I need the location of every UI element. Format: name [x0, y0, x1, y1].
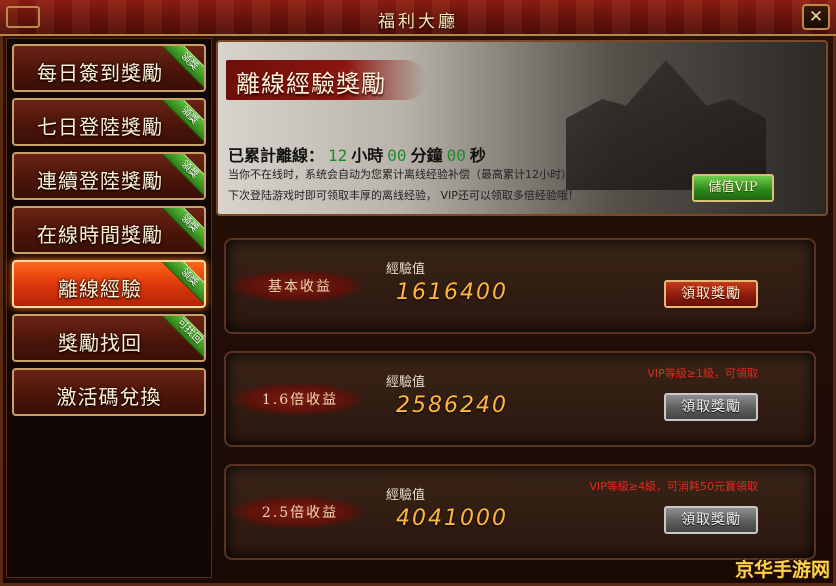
reward-tier-label: 2.5倍收益 — [261, 505, 339, 521]
offline-duration-prefix: 已累計離線： — [228, 146, 325, 165]
sidebar-item-label: 離線經驗 — [58, 277, 142, 301]
exp-value: 4041000 — [396, 506, 508, 531]
close-button[interactable]: ✕ — [802, 4, 830, 30]
offline-hours: 12 — [328, 146, 348, 165]
exp-label: 經驗值 — [386, 262, 426, 277]
sidebar-item-label: 激活碼兌換 — [56, 385, 162, 409]
offline-seconds: 00 — [446, 146, 466, 165]
vip-requirement-note: VIP等級≥4級，可消耗50元寶領取 — [589, 480, 758, 493]
panel-heading: 離線經驗獎勵 — [236, 70, 386, 98]
reward-tier-label: 基本收益 — [268, 279, 332, 295]
claim-reward-button[interactable]: 領取獎勵 — [664, 393, 758, 421]
offline-duration: 已累計離線： 12 小時 00 分鐘 00 秒 — [228, 142, 486, 166]
sidebar-item-label: 七日登陸獎勵 — [37, 115, 163, 139]
sidebar-item-offline-exp[interactable]: 離線經驗 領獎 — [12, 260, 206, 308]
exp-label: 經驗值 — [386, 375, 426, 390]
offline-exp-info-panel: 離線經驗獎勵 已累計離線： 12 小時 00 分鐘 00 秒 当你不在线时，系统会自动为您累… — [216, 40, 828, 216]
claim-reward-button[interactable]: 領取獎勵 — [664, 280, 758, 308]
reward-card-2-5x: 2.5倍收益 經驗值 4041000 VIP等級≥4級，可消耗50元寶領取 領取… — [224, 464, 816, 560]
sidebar-item-seven-day-login[interactable]: 七日登陸獎勵 領獎 — [12, 98, 206, 146]
palace-illustration — [566, 60, 766, 190]
reward-card-1-6x: 1.6倍收益 經驗值 2586240 VIP等級≥1級，可領取 領取獎勵 — [224, 351, 816, 447]
sidebar-item-online-time[interactable]: 在線時間獎勵 領獎 — [12, 206, 206, 254]
sidebar-item-label: 在線時間獎勵 — [37, 223, 163, 247]
claim-reward-button[interactable]: 領取獎勵 — [664, 506, 758, 534]
vip-requirement-note: VIP等級≥1級，可領取 — [647, 367, 758, 380]
sidebar-item-label: 獎勵找回 — [58, 331, 142, 355]
seconds-unit: 秒 — [469, 146, 486, 165]
title-bar: 福利大廳 ✕ — [0, 0, 836, 36]
sidebar: 每日簽到獎勵 領獎 七日登陸獎勵 領獎 連續登陸獎勵 領獎 在線時間獎勵 領獎 … — [6, 38, 212, 578]
exp-value: 1616400 — [396, 280, 508, 305]
description-line-2: 下次登陆游戏时即可领取丰厚的离线经验， VIP还可以领取多倍经验哦！ — [228, 189, 579, 202]
sidebar-item-daily-signin[interactable]: 每日簽到獎勵 領獎 — [12, 44, 206, 92]
sidebar-item-consecutive-login[interactable]: 連續登陸獎勵 領獎 — [12, 152, 206, 200]
reward-card-basic: 基本收益 經驗值 1616400 領取獎勵 — [224, 238, 816, 334]
sidebar-item-label: 連續登陸獎勵 — [37, 169, 163, 193]
recharge-vip-button[interactable]: 儲值VIP — [692, 174, 774, 202]
sidebar-item-reward-recovery[interactable]: 獎勵找回 可找回 — [12, 314, 206, 362]
description-line-1: 当你不在线时，系统会自动为您累计离线经验补偿（最高累计12小时） — [228, 168, 572, 181]
exp-label: 經驗值 — [386, 488, 426, 503]
offline-minutes: 00 — [387, 146, 407, 165]
hours-unit: 小時 — [351, 146, 384, 165]
reward-tier-label: 1.6倍收益 — [261, 392, 339, 408]
sidebar-item-label: 每日簽到獎勵 — [37, 61, 163, 85]
site-watermark: 京华手游网 — [734, 559, 830, 581]
sidebar-item-activation-code[interactable]: 激活碼兌換 — [12, 368, 206, 416]
minutes-unit: 分鐘 — [410, 146, 443, 165]
window-title: 福利大廳 — [378, 12, 458, 32]
exp-value: 2586240 — [396, 393, 508, 418]
